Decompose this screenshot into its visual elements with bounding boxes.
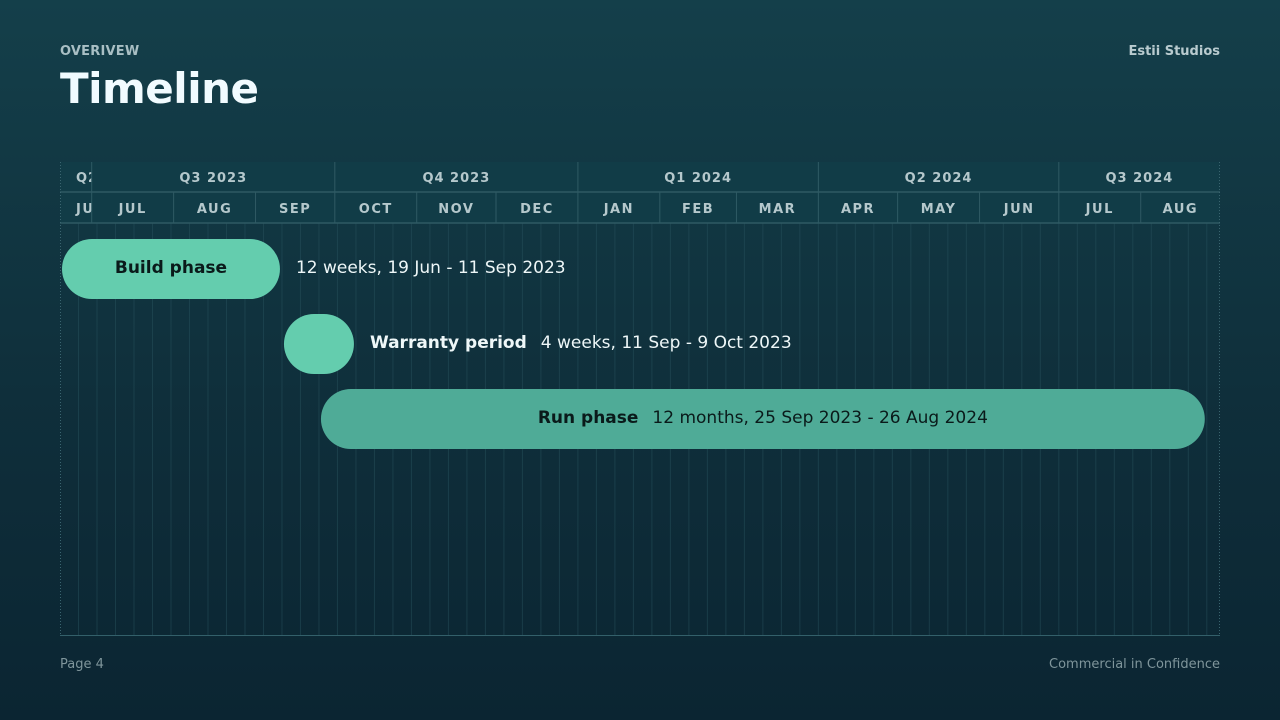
month-label: AUG <box>1163 202 1198 217</box>
month-label: JUN <box>1003 202 1035 217</box>
task-label: Warranty period 4 weeks, 11 Sep - 9 Oct 2… <box>370 333 792 353</box>
month-label: DEC <box>520 202 554 217</box>
month-label: MAR <box>759 202 797 217</box>
task-detail: 12 weeks, 19 Jun - 11 Sep 2023 <box>295 258 566 278</box>
task-name: Build phase <box>114 258 228 278</box>
month-label: JUL <box>118 202 147 217</box>
month-label: NOV <box>438 202 474 217</box>
task-bar <box>283 314 354 374</box>
task-detail: 12 months, 25 Sep 2023 - 26 Aug 2024 <box>652 408 988 428</box>
month-label: OCT <box>359 202 393 217</box>
timeline-svg: Q2 Q3 2023 Q4 2023 Q1 2024 Q2 2024 Q3 2024JU J… <box>60 162 1220 636</box>
month-label: APR <box>841 202 875 217</box>
section-eyebrow: OVERIVEW <box>60 44 140 59</box>
task-name: Warranty period <box>369 333 527 353</box>
timeline-chart: Q2 Q3 2023 Q4 2023 Q1 2024 Q2 2024 Q3 2024 JU J… <box>60 162 1220 636</box>
page-number: Page 4 <box>60 657 104 672</box>
brand-name: Estii Studios <box>1128 44 1220 59</box>
task-name: Run phase <box>537 408 639 428</box>
month-label: FEB <box>682 202 714 217</box>
task-detail: 4 weeks, 11 Sep - 9 Oct 2023 <box>540 333 792 353</box>
confidentiality-note: Commercial in Confidence <box>1049 657 1220 672</box>
month-label: JAN <box>603 202 634 217</box>
quarter-label: Q1 2024 <box>664 171 732 186</box>
month-label: MAY <box>921 202 957 217</box>
month-label: JUL <box>1085 202 1114 217</box>
quarter-label: Q4 2023 <box>422 171 490 186</box>
month-label: SEP <box>279 202 311 217</box>
task-label: Run phase 12 months, 25 Sep 2023 - 26 Aug… <box>321 408 1205 428</box>
month-label: AUG <box>197 202 232 217</box>
quarter-label: Q2 2024 <box>905 171 973 186</box>
quarter-label: Q3 2024 <box>1106 171 1174 186</box>
page-title: Timeline <box>60 64 259 113</box>
quarter-label: Q3 2023 <box>179 171 247 186</box>
